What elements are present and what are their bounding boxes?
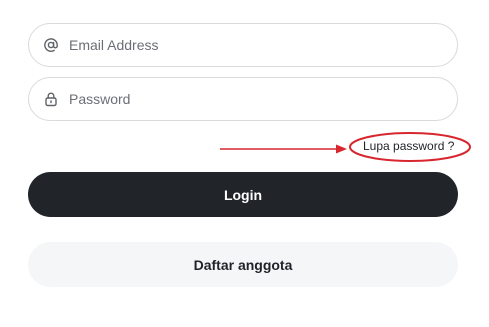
lock-icon <box>43 91 59 107</box>
annotation-arrow-head <box>336 144 347 154</box>
password-field[interactable] <box>28 77 458 121</box>
login-button[interactable]: Login <box>28 172 458 217</box>
forgot-password-link[interactable]: Lupa password ? <box>363 139 454 153</box>
register-button[interactable]: Daftar anggota <box>28 242 458 287</box>
email-input[interactable] <box>69 37 399 53</box>
email-field[interactable] <box>28 23 458 67</box>
password-input[interactable] <box>69 91 399 107</box>
at-sign-icon <box>43 37 59 53</box>
